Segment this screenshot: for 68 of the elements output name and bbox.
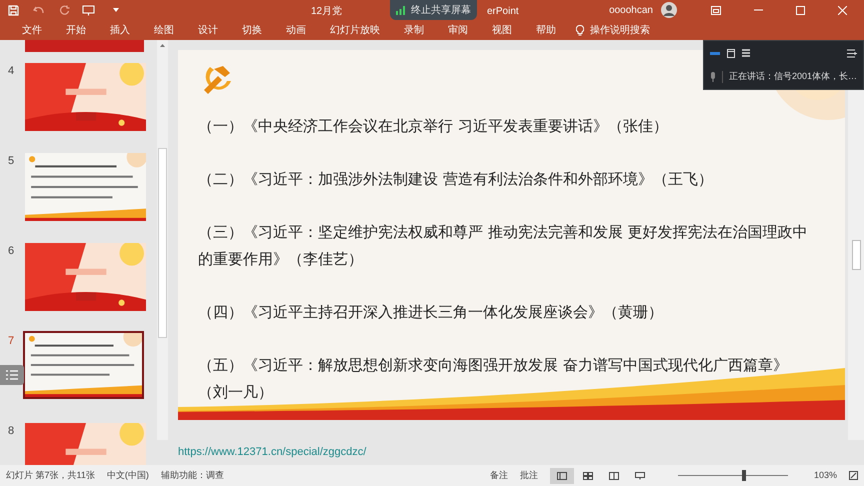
slide-count: 幻灯片 第7张，共11张 [6, 468, 95, 482]
minimize-icon[interactable] [754, 9, 763, 11]
slide-text: （五）《习近平：解放思想创新求变向海图强开放发展 奋力谱写中国式现代化广西篇章》（刘一凡） [198, 355, 789, 403]
ribbon-tab[interactable]: 绘图 [142, 22, 186, 38]
minimize-icon[interactable] [710, 52, 720, 54]
accessibility-status[interactable]: 辅助功能：调查 [160, 468, 224, 482]
screen-icon [634, 472, 645, 480]
settings-icon[interactable] [847, 48, 857, 58]
dropdown-icon[interactable] [113, 8, 119, 12]
notes-button[interactable]: 备注 [490, 468, 508, 482]
search-field[interactable]: 操作说明搜索 [590, 22, 650, 38]
close-icon[interactable] [838, 6, 847, 14]
slide-number: 5 [7, 154, 16, 169]
slide-number: 7 [7, 334, 16, 349]
maximize-icon[interactable] [796, 6, 805, 14]
ribbon-display-icon[interactable] [711, 6, 721, 14]
ribbon-tab[interactable]: 开始 [54, 22, 98, 38]
ribbon-tab[interactable]: 插入 [98, 22, 142, 38]
outline-view-button[interactable] [0, 365, 24, 385]
scrollbar[interactable] [848, 90, 864, 440]
presentation-icon[interactable] [82, 4, 95, 16]
slide-thumbnail[interactable] [23, 331, 144, 399]
microphone-icon[interactable] [710, 72, 716, 82]
slide-number: 6 [7, 244, 16, 259]
save-icon[interactable] [8, 4, 19, 16]
ribbon-tab[interactable]: 审阅 [436, 22, 480, 38]
ribbon-tab[interactable]: 动画 [274, 22, 318, 38]
language[interactable]: 中文(中国) [106, 468, 149, 482]
redo-icon[interactable] [59, 4, 70, 16]
slide-number: 4 [7, 64, 16, 79]
zoom-level[interactable]: 103% [814, 468, 837, 482]
comments-button[interactable]: 批注 [520, 468, 538, 482]
screen-share-pill[interactable]: 终止共享屏幕 [390, 0, 477, 20]
avatar[interactable] [661, 2, 677, 18]
ribbon-tab[interactable]: 设计 [186, 22, 230, 38]
window-title: erPoint [487, 6, 519, 17]
slide-thumbnail[interactable] [25, 63, 146, 131]
ribbon-tab[interactable]: 幻灯片放映 [318, 22, 392, 38]
fit-to-window-icon[interactable] [849, 471, 858, 480]
slide-text: （一）《中央经济工作会议在北京举行 习近平发表重要讲话》（张佳） [198, 116, 669, 137]
lightbulb-icon [576, 24, 584, 36]
window-title: 12月党 [311, 4, 342, 19]
normal-view-button[interactable] [550, 468, 574, 484]
user-name: oooohcan [609, 4, 653, 18]
ribbon-tab[interactable]: 录制 [392, 22, 436, 38]
scrollbar[interactable] [157, 40, 168, 440]
scroll-up-icon[interactable] [160, 44, 165, 46]
ribbon-tab[interactable]: 文件 [10, 22, 54, 38]
normal-view-icon [556, 472, 567, 480]
grid-icon [582, 472, 593, 480]
slide-text: （三）《习近平：坚定维护宪法权威和尊严 推动宪法完善和发展 更好发挥宪法在治国理政中的重要作用》（李佳艺） [198, 222, 809, 270]
slide-thumbnail[interactable] [25, 153, 146, 221]
book-icon [608, 472, 619, 480]
ribbon-tab[interactable]: 帮助 [524, 22, 568, 38]
ribbon-tab[interactable]: 视图 [480, 22, 524, 38]
speaker-status: 正在讲话：信号2001体体，长… [728, 70, 857, 84]
signal-icon [396, 6, 405, 14]
list-icon [6, 370, 18, 380]
zoom-slider[interactable] [678, 470, 788, 481]
link[interactable]: https://www.12371.cn/special/zggcdzc/ [178, 444, 366, 461]
undo-icon[interactable] [33, 5, 45, 15]
slide-thumbnail[interactable] [25, 243, 146, 311]
slide-text: （二）《习近平：加强涉外法制建设 营造有利法治条件和外部环境》（王飞） [198, 169, 714, 190]
ribbon-tab[interactable]: 切换 [230, 22, 274, 38]
slide-text: （四）《习近平主持召开深入推进长三角一体化发展座谈会》（黄珊） [198, 302, 664, 323]
window-icon[interactable] [727, 48, 735, 58]
menu-icon[interactable] [742, 49, 750, 57]
slide-number: 8 [7, 424, 16, 439]
